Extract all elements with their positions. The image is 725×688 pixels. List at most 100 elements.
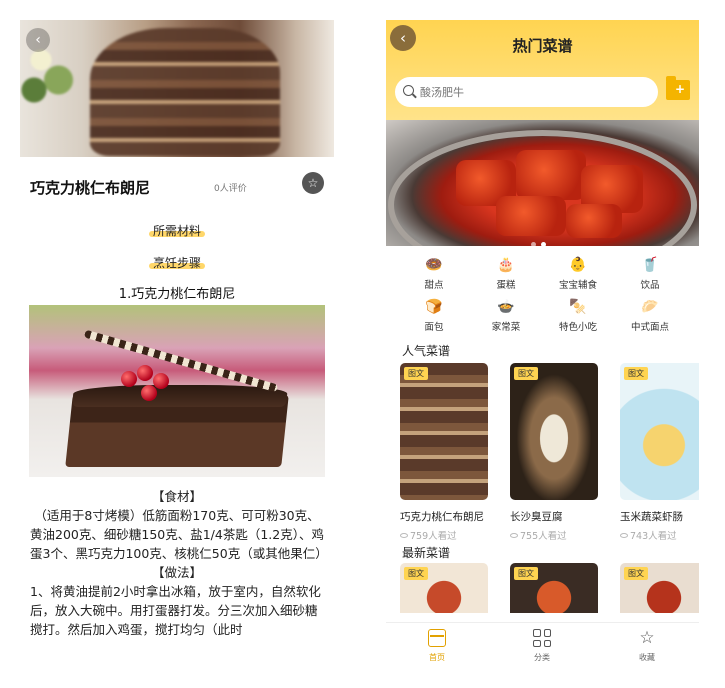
recipe-card-image: 图文 bbox=[620, 363, 699, 500]
recipe-views: 759人看过 bbox=[400, 528, 500, 542]
category-grid: 🍩 甜点 🎂 蛋糕 👶 宝宝辅食 🥤 饮品 🍞 面包 🍲 家常菜 🍢 特色小吃 bbox=[386, 256, 699, 341]
latest-recipes: 图文 图文 图文 bbox=[386, 563, 699, 613]
steps-section-label: 烹饪步骤 bbox=[20, 247, 334, 279]
bread-icon: 🍞 bbox=[425, 299, 443, 315]
recipe-card-image[interactable]: 图文 bbox=[620, 563, 699, 613]
category-dessert[interactable]: 🍩 甜点 bbox=[399, 256, 469, 291]
cake-chocolate-top bbox=[71, 385, 289, 407]
carousel-dot-active[interactable] bbox=[541, 242, 546, 246]
category-bread[interactable]: 🍞 面包 bbox=[399, 298, 469, 333]
banner-meat bbox=[566, 204, 622, 238]
ingredients-label-text: 所需材料 bbox=[152, 224, 201, 238]
home-screen: ‹ 热门菜谱 🍩 甜点 🎂 蛋糕 👶 宝宝辅食 bbox=[386, 20, 699, 670]
back-button[interactable]: ‹ bbox=[26, 28, 50, 52]
pot-icon: 🍲 bbox=[497, 299, 515, 315]
category-drinks[interactable]: 🥤 饮品 bbox=[615, 256, 685, 291]
category-baby-food[interactable]: 👶 宝宝辅食 bbox=[543, 256, 613, 291]
latest-section-title: 最新菜谱 bbox=[402, 546, 451, 560]
add-folder-icon[interactable] bbox=[666, 76, 690, 100]
category-label: 宝宝辅食 bbox=[558, 280, 597, 291]
step-title: 1.巧克力桃仁布朗尼 bbox=[118, 287, 236, 302]
tab-label: 分类 bbox=[534, 653, 550, 662]
recipe-card-image: 图文 bbox=[510, 363, 598, 500]
search-icon bbox=[403, 85, 414, 96]
views-text: 755人看过 bbox=[520, 531, 567, 542]
recipe-views: 743人看过 bbox=[620, 528, 699, 542]
views-text: 743人看过 bbox=[630, 531, 677, 542]
ingredients-section-label: 所需材料 bbox=[20, 215, 334, 247]
header: ‹ 热门菜谱 bbox=[386, 20, 699, 120]
eye-icon bbox=[400, 533, 408, 538]
star-icon: ☆ bbox=[639, 628, 655, 648]
category-home-cooking[interactable]: 🍲 家常菜 bbox=[471, 298, 541, 333]
recipe-name: 玉米蔬菜虾肠 bbox=[620, 511, 683, 523]
baby-icon: 👶 bbox=[569, 257, 587, 273]
category-chinese-pastry[interactable]: 🥟 中式面点 bbox=[615, 298, 685, 333]
favorite-button[interactable]: ☆ bbox=[302, 172, 324, 194]
category-cake[interactable]: 🎂 蛋糕 bbox=[471, 256, 541, 291]
ingredients-heading: 【食材】 bbox=[151, 489, 202, 504]
recipe-name: 长沙臭豆腐 bbox=[510, 511, 563, 523]
donut-icon: 🍩 bbox=[425, 257, 443, 273]
back-icon: ‹ bbox=[35, 32, 41, 48]
category-label: 家常菜 bbox=[491, 322, 521, 333]
recipe-card-image: 图文 bbox=[400, 363, 488, 500]
hero-brownie-photo bbox=[90, 28, 280, 156]
banner-carousel[interactable] bbox=[386, 120, 699, 246]
category-label: 甜点 bbox=[424, 280, 444, 291]
bun-icon: 🥟 bbox=[641, 299, 659, 315]
views-text: 759人看过 bbox=[410, 531, 457, 542]
recipe-card-image[interactable]: 图文 bbox=[510, 563, 598, 613]
search-bar[interactable] bbox=[395, 77, 658, 107]
tab-label: 收藏 bbox=[639, 653, 655, 662]
recipe-card[interactable]: 图文 长沙臭豆腐 755人看过 bbox=[510, 363, 610, 542]
recipe-title: 巧克力桃仁布朗尼 bbox=[30, 179, 151, 197]
banner-meat bbox=[516, 150, 586, 200]
cherry bbox=[153, 373, 169, 389]
recipe-card[interactable]: 图文 玉米蔬菜虾肠 743人看过 bbox=[620, 363, 699, 542]
tab-label: 首页 bbox=[429, 653, 445, 662]
cherry bbox=[137, 365, 153, 381]
snack-icon: 🍢 bbox=[569, 299, 587, 315]
drink-icon: 🥤 bbox=[641, 257, 659, 273]
recipe-card[interactable]: 图文 巧克力桃仁布朗尼 759人看过 bbox=[400, 363, 500, 542]
carousel-dot[interactable] bbox=[531, 242, 536, 246]
bottom-tab-bar: 首页 分类 ☆ 收藏 bbox=[386, 622, 699, 670]
ingredients-text: （适用于8寸烤模）低筋面粉170克、可可粉30克、黄油200克、细砂糖150克、… bbox=[30, 508, 328, 561]
home-icon bbox=[428, 629, 446, 647]
category-label: 饮品 bbox=[640, 280, 660, 291]
recipe-tag: 图文 bbox=[404, 567, 428, 580]
star-icon: ☆ bbox=[307, 176, 319, 190]
category-label: 特色小吃 bbox=[558, 322, 597, 333]
review-count[interactable]: 0人评价 bbox=[214, 181, 247, 194]
steps-label-text: 烹饪步骤 bbox=[152, 256, 201, 270]
grid-icon bbox=[533, 629, 551, 647]
recipe-tag: 图文 bbox=[624, 567, 648, 580]
category-snacks[interactable]: 🍢 特色小吃 bbox=[543, 298, 613, 333]
recipe-detail-screen: ‹ 巧克力桃仁布朗尼 0人评价 ☆ 所需材料 烹饪步骤 1.巧克力桃仁布朗尼 【… bbox=[20, 20, 334, 670]
tab-home[interactable]: 首页 bbox=[407, 629, 467, 663]
recipe-tag: 图文 bbox=[624, 367, 648, 380]
popular-recipes: 图文 巧克力桃仁布朗尼 759人看过 图文 长沙臭豆腐 755人看过 图文 玉米… bbox=[386, 361, 699, 543]
chocolate-stick bbox=[83, 329, 279, 393]
recipe-tag: 图文 bbox=[404, 367, 428, 380]
method-text: 1、将黄油提前2小时拿出冰箱，放于室内，自然软化后，放入大碗中。用打蛋器打发。分… bbox=[30, 584, 321, 637]
search-input[interactable] bbox=[420, 77, 650, 107]
cherry bbox=[141, 385, 157, 401]
category-label: 蛋糕 bbox=[496, 280, 516, 291]
category-label: 面包 bbox=[424, 322, 444, 333]
recipe-views: 755人看过 bbox=[510, 528, 610, 542]
recipe-card-image[interactable]: 图文 bbox=[400, 563, 488, 613]
tab-category[interactable]: 分类 bbox=[512, 629, 572, 663]
step-image bbox=[29, 305, 325, 477]
eye-icon bbox=[510, 533, 518, 538]
category-label: 中式面点 bbox=[630, 322, 669, 333]
banner-meat bbox=[496, 196, 566, 236]
carousel-dots bbox=[531, 232, 551, 246]
recipe-tag: 图文 bbox=[514, 567, 538, 580]
popular-section-title: 人气菜谱 bbox=[402, 344, 451, 358]
recipe-hero-image: ‹ bbox=[20, 20, 334, 157]
recipe-name: 巧克力桃仁布朗尼 bbox=[400, 511, 484, 523]
tab-favorites[interactable]: ☆ 收藏 bbox=[617, 629, 677, 663]
cherry bbox=[121, 371, 137, 387]
